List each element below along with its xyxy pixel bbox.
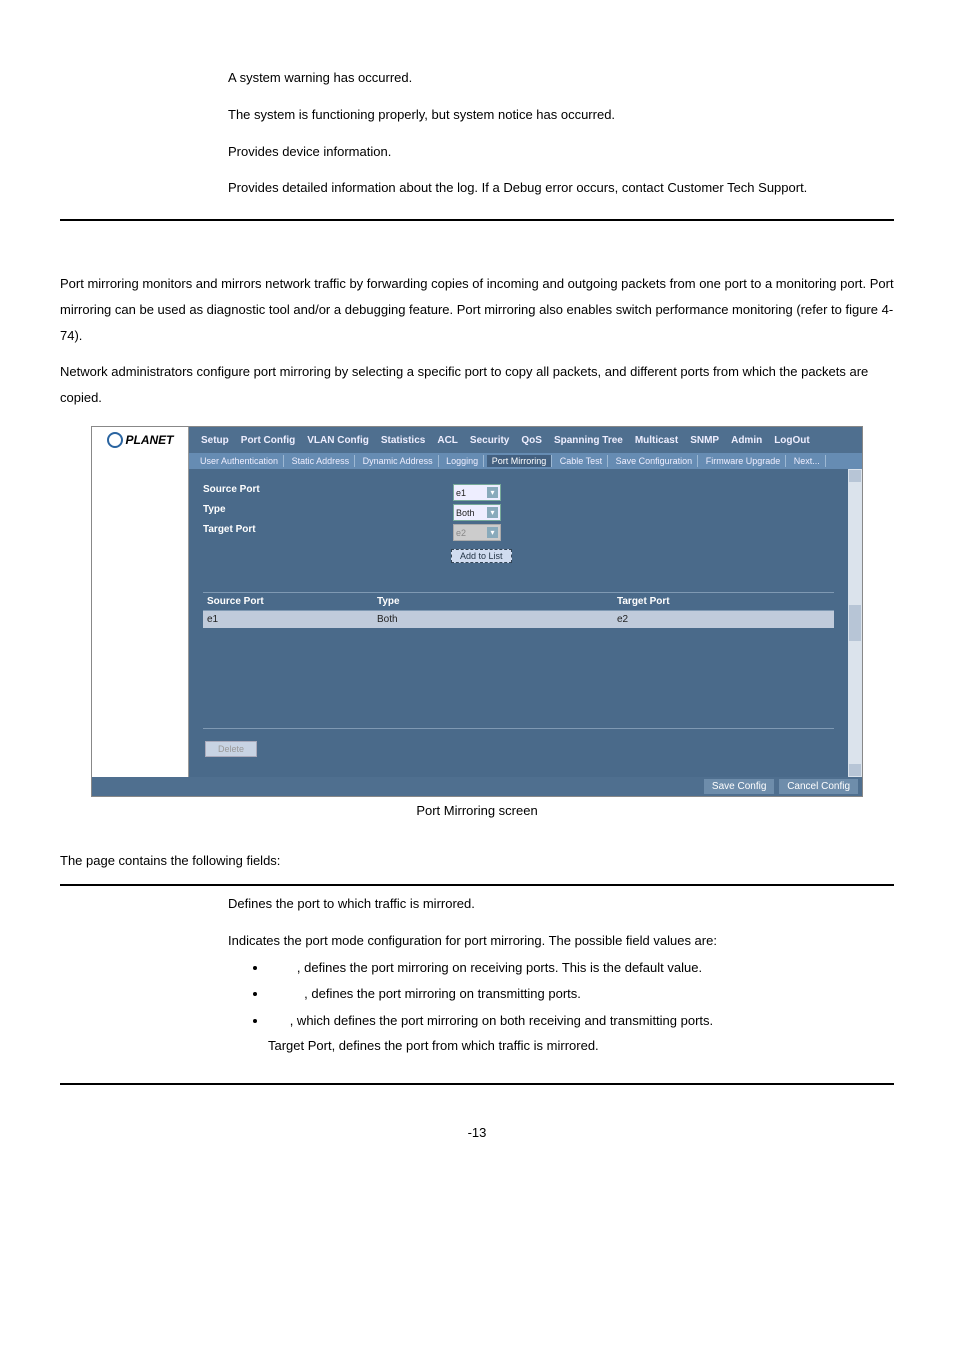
add-to-list-button[interactable]: Add to List (451, 549, 512, 563)
brand-text: PLANET (126, 433, 174, 447)
tab-item[interactable]: Logging (441, 455, 484, 467)
brand-logo: PLANET (92, 427, 189, 453)
cancel-config-button[interactable]: Cancel Config (779, 779, 858, 794)
admin-ui-screenshot: PLANET Setup Port Config VLAN Config Sta… (91, 426, 863, 797)
top-menu: Setup Port Config VLAN Config Statistics… (189, 427, 862, 453)
save-config-button[interactable]: Save Config (704, 779, 774, 794)
col-header-target: Target Port (617, 596, 834, 607)
select-target-port[interactable]: e2▾ (453, 524, 501, 541)
tab-item[interactable]: Dynamic Address (358, 455, 439, 467)
menu-item[interactable]: Multicast (635, 435, 678, 446)
bullet-both: ___, which defines the port mirroring on… (268, 1009, 888, 1058)
intro-paragraph-2: Network administrators configure port mi… (60, 359, 894, 411)
menu-item[interactable]: Setup (201, 435, 229, 446)
select-type[interactable]: Both▾ (453, 504, 501, 521)
tab-item[interactable]: Save Configuration (611, 455, 699, 467)
menu-item[interactable]: SNMP (690, 435, 719, 446)
menu-item[interactable]: Statistics (381, 435, 425, 446)
col-header-type: Type (377, 596, 617, 607)
tab-item[interactable]: Static Address (287, 455, 356, 467)
cell-source: e1 (203, 614, 377, 625)
menu-item[interactable]: Security (470, 435, 509, 446)
chevron-down-icon: ▾ (487, 507, 498, 518)
row-desc: Defines the port to which traffic is mir… (222, 886, 894, 923)
tab-item[interactable]: Firmware Upgrade (701, 455, 787, 467)
row-desc: The system is functioning properly, but … (222, 97, 894, 134)
select-source-port[interactable]: e1▾ (453, 484, 501, 501)
row-desc: Provides detailed information about the … (222, 170, 894, 207)
tab-item-active[interactable]: Port Mirroring (487, 455, 553, 467)
menu-item[interactable]: LogOut (774, 435, 810, 446)
scroll-down-icon[interactable] (849, 764, 861, 776)
delete-button[interactable]: Delete (205, 741, 257, 757)
scroll-thumb[interactable] (849, 605, 861, 641)
label-source-port: Source Port (203, 484, 453, 501)
intro-paragraph-1: Port mirroring monitors and mirrors netw… (60, 271, 894, 349)
tab-item[interactable]: Cable Test (555, 455, 608, 467)
page-number: -13 (60, 1125, 894, 1140)
sub-tabs: User Authentication Static Address Dynam… (189, 453, 862, 469)
figure-caption: Port Mirroring screen (60, 803, 894, 818)
menu-item[interactable]: VLAN Config (307, 435, 369, 446)
tab-item[interactable]: User Authentication (195, 455, 284, 467)
field-defs-table: Defines the port to which traffic is mir… (60, 886, 894, 1070)
fields-intro: The page contains the following fields: (60, 848, 894, 874)
col-header-source: Source Port (203, 596, 377, 607)
row-desc: A system warning has occurred. (222, 60, 894, 97)
scroll-up-icon[interactable] (849, 470, 861, 482)
menu-item[interactable]: QoS (521, 435, 542, 446)
bullet-tx: _____, defines the port mirroring on tra… (268, 982, 888, 1007)
menu-item[interactable]: Admin (731, 435, 762, 446)
chevron-down-icon: ▾ (487, 487, 498, 498)
menu-item[interactable]: Port Config (241, 435, 295, 446)
chevron-down-icon: ▾ (487, 527, 498, 538)
cell-type: Both (377, 614, 617, 625)
severity-description-table: A system warning has occurred. The syste… (60, 60, 894, 207)
row-desc: Indicates the port mode configuration fo… (222, 923, 894, 1071)
scrollbar[interactable] (848, 469, 862, 777)
globe-icon (107, 432, 123, 448)
cell-target: e2 (617, 614, 834, 625)
mirror-list-row[interactable]: e1 Both e2 (203, 611, 834, 628)
menu-item[interactable]: ACL (437, 435, 458, 446)
bullet-rx: ____, defines the port mirroring on rece… (268, 956, 888, 981)
menu-item[interactable]: Spanning Tree (554, 435, 623, 446)
tab-item[interactable]: Next... (789, 455, 826, 467)
row-desc: Provides device information. (222, 134, 894, 171)
label-target-port: Target Port (203, 524, 453, 541)
label-type: Type (203, 504, 453, 521)
